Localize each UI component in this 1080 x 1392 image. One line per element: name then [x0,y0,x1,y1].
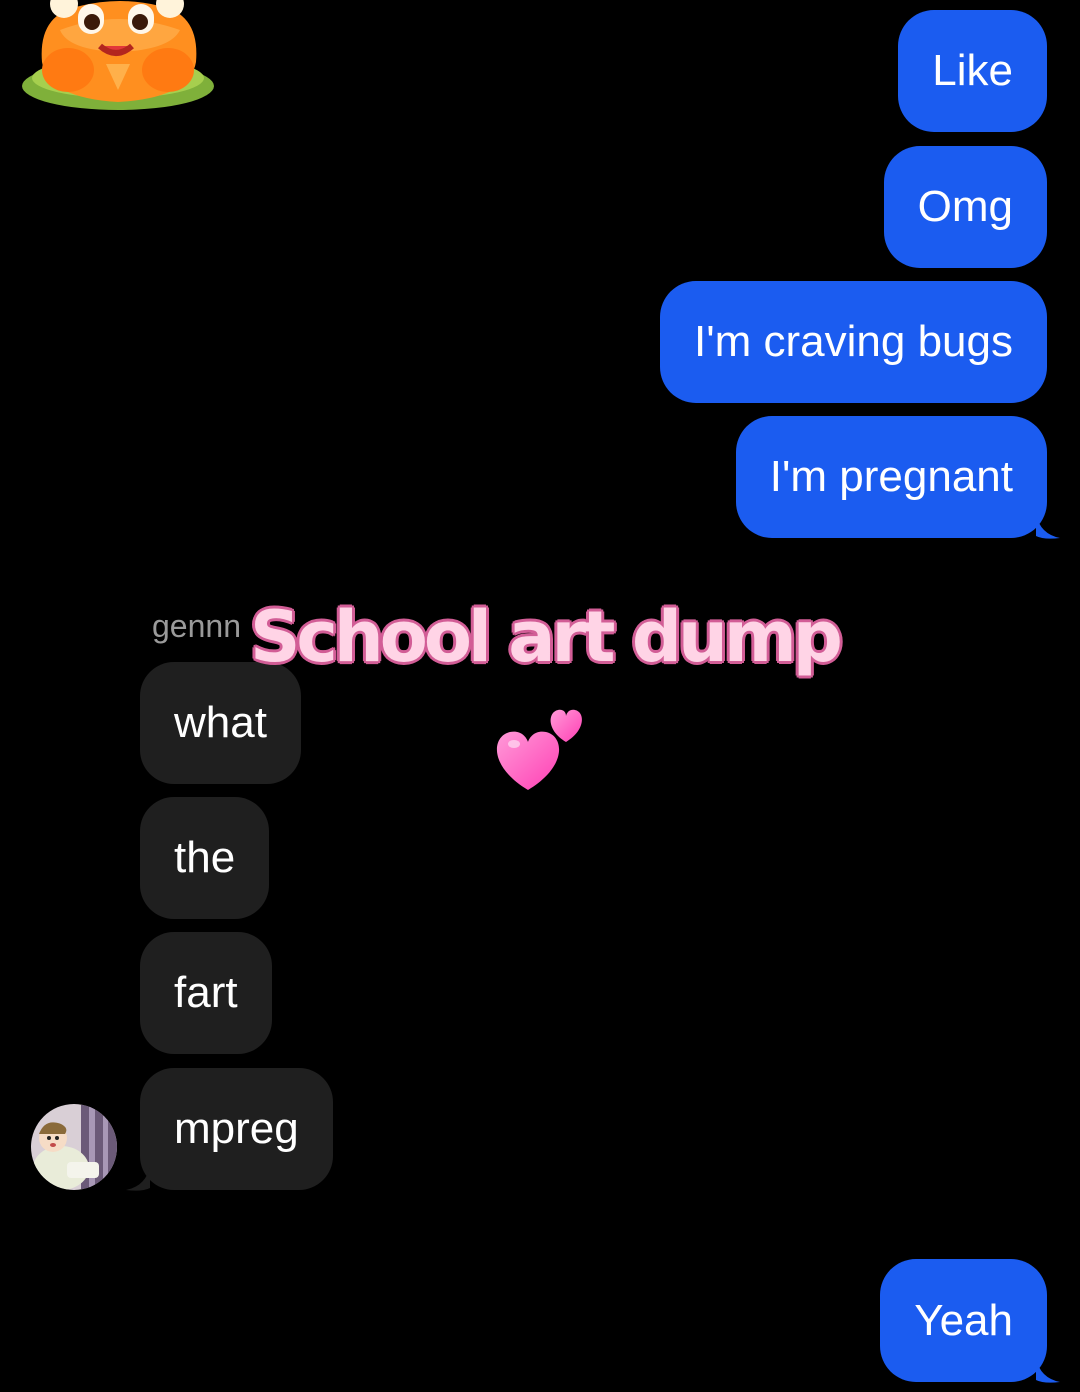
message-text: mpreg [174,1104,299,1153]
message-text: what [174,698,267,747]
overlay-title: School art dump [249,595,845,680]
incoming-message[interactable]: mpreg [140,1068,333,1190]
message-text: I'm pregnant [769,452,1013,501]
bubble-tail [1036,1358,1060,1383]
outgoing-message[interactable]: Yeah [880,1259,1047,1382]
outgoing-message[interactable]: Omg [883,146,1047,268]
bubble-tail [1036,514,1060,539]
bubble-tail [126,1166,150,1191]
message-text: Omg [917,182,1013,231]
incoming-message[interactable]: what [140,662,301,784]
cartoon-sticker-icon [20,0,216,118]
message-text: I'm craving bugs [694,317,1013,366]
outgoing-message[interactable]: I'm pregnant [735,416,1047,538]
incoming-message[interactable]: the [140,797,270,919]
message-text: fart [174,968,238,1017]
incoming-message[interactable]: fart [140,932,272,1054]
message-text: Like [932,46,1013,95]
sender-name: gennn [152,608,241,644]
outgoing-message[interactable]: Like [898,10,1047,132]
two-hearts-icon [492,702,588,794]
anime-avatar-icon[interactable] [31,1104,117,1190]
outgoing-message[interactable]: I'm craving bugs [660,281,1047,403]
message-text: the [174,833,236,882]
message-text: Yeah [914,1295,1013,1345]
